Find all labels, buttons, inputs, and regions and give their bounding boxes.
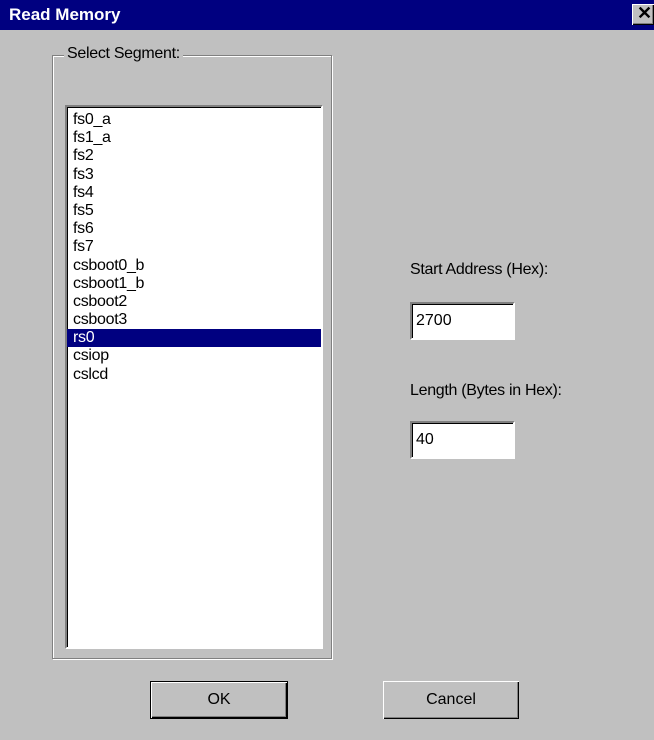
read-memory-dialog: Read Memory ✕ Select Segment: fs0_a fs1_a… [0, 0, 654, 740]
ok-button[interactable]: OK [150, 681, 288, 719]
segment-list-item[interactable]: cslcd [67, 366, 321, 384]
segment-listbox[interactable]: fs0_a fs1_a fs2 fs3 fs4 fs5 fs6 fs7 csboot0_b csb… [65, 105, 323, 649]
close-button[interactable]: ✕ [632, 3, 654, 25]
start-address-input[interactable] [410, 302, 515, 340]
segment-list-item[interactable]: fs5 [67, 202, 321, 220]
length-label: Length (Bytes in Hex): [410, 382, 562, 399]
segment-group-label: Select Segment: [64, 43, 183, 65]
segment-list-item[interactable]: fs2 [67, 147, 321, 165]
window-title: Read Memory [9, 5, 121, 24]
start-address-label: Start Address (Hex): [410, 261, 549, 278]
segment-list: fs0_a fs1_a fs2 fs3 fs4 fs5 fs6 fs7 csboot0_b csb… [67, 111, 321, 384]
title-bar[interactable]: Read Memory ✕ [0, 0, 654, 30]
segment-list-item[interactable]: csboot0_b [67, 257, 321, 275]
segment-list-item[interactable]: csboot1_b [67, 275, 321, 293]
segment-list-item[interactable]: fs0_a [67, 111, 321, 129]
segment-list-item[interactable]: fs1_a [67, 129, 321, 147]
segment-list-item[interactable]: fs3 [67, 166, 321, 184]
segment-list-item[interactable]: rs0 [67, 329, 321, 348]
segment-list-item[interactable]: csiop [67, 347, 321, 365]
close-icon: ✕ [637, 3, 653, 23]
segment-list-item[interactable]: fs6 [67, 220, 321, 238]
segment-list-item[interactable]: csboot2 [67, 293, 321, 311]
cancel-button[interactable]: Cancel [383, 681, 519, 719]
segment-list-item[interactable]: csboot3 [67, 311, 321, 329]
length-input[interactable] [410, 421, 515, 459]
segment-list-item[interactable]: fs4 [67, 184, 321, 202]
segment-list-item[interactable]: fs7 [67, 238, 321, 256]
